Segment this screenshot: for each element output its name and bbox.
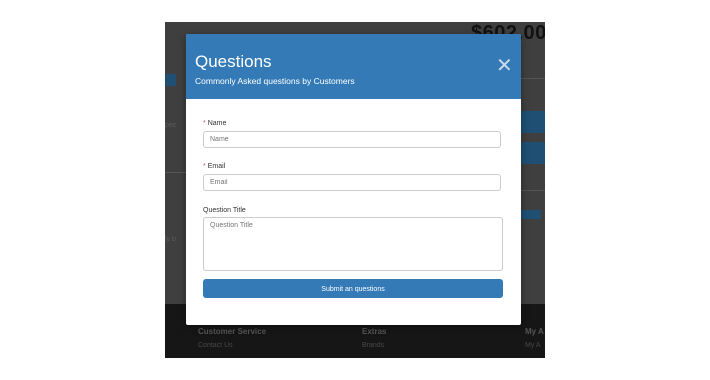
questions-modal: Questions Commonly Asked questions by Cu… bbox=[186, 34, 521, 325]
name-label-text: Name bbox=[207, 120, 227, 127]
footer-link[interactable]: My A bbox=[525, 342, 541, 349]
background-button bbox=[521, 142, 545, 164]
modal-subtitle: Commonly Asked questions by Customers bbox=[195, 76, 355, 86]
divider bbox=[165, 172, 186, 173]
footer-link[interactable]: Contact Us bbox=[198, 342, 233, 349]
question-title-wrapper bbox=[203, 217, 503, 276]
close-icon[interactable]: ✕ bbox=[496, 56, 513, 76]
footer-link[interactable]: Brands bbox=[362, 342, 384, 349]
email-label: * Email bbox=[203, 163, 225, 170]
name-label: * Name bbox=[203, 120, 226, 127]
question-title-label: Question Title bbox=[203, 207, 246, 214]
email-label-text: Email bbox=[207, 163, 226, 170]
email-field[interactable] bbox=[203, 174, 501, 191]
submit-button[interactable]: Submit an questions bbox=[203, 279, 503, 298]
name-field[interactable] bbox=[203, 131, 501, 148]
modal-header: Questions Commonly Asked questions by Cu… bbox=[186, 34, 521, 99]
divider bbox=[520, 78, 545, 79]
background-tab bbox=[165, 74, 176, 86]
footer-heading: Extras bbox=[362, 327, 387, 336]
background-button bbox=[521, 111, 545, 133]
required-marker: * bbox=[203, 120, 206, 127]
background-button bbox=[521, 210, 541, 219]
modal-title: Questions bbox=[195, 52, 272, 71]
background-text: ly b bbox=[165, 236, 176, 243]
required-marker: * bbox=[203, 163, 206, 170]
background-text: pec bbox=[165, 122, 177, 129]
divider bbox=[521, 190, 545, 191]
question-title-field[interactable] bbox=[203, 217, 503, 271]
footer-heading: My A bbox=[525, 327, 544, 336]
footer-heading: Customer Service bbox=[198, 327, 267, 336]
